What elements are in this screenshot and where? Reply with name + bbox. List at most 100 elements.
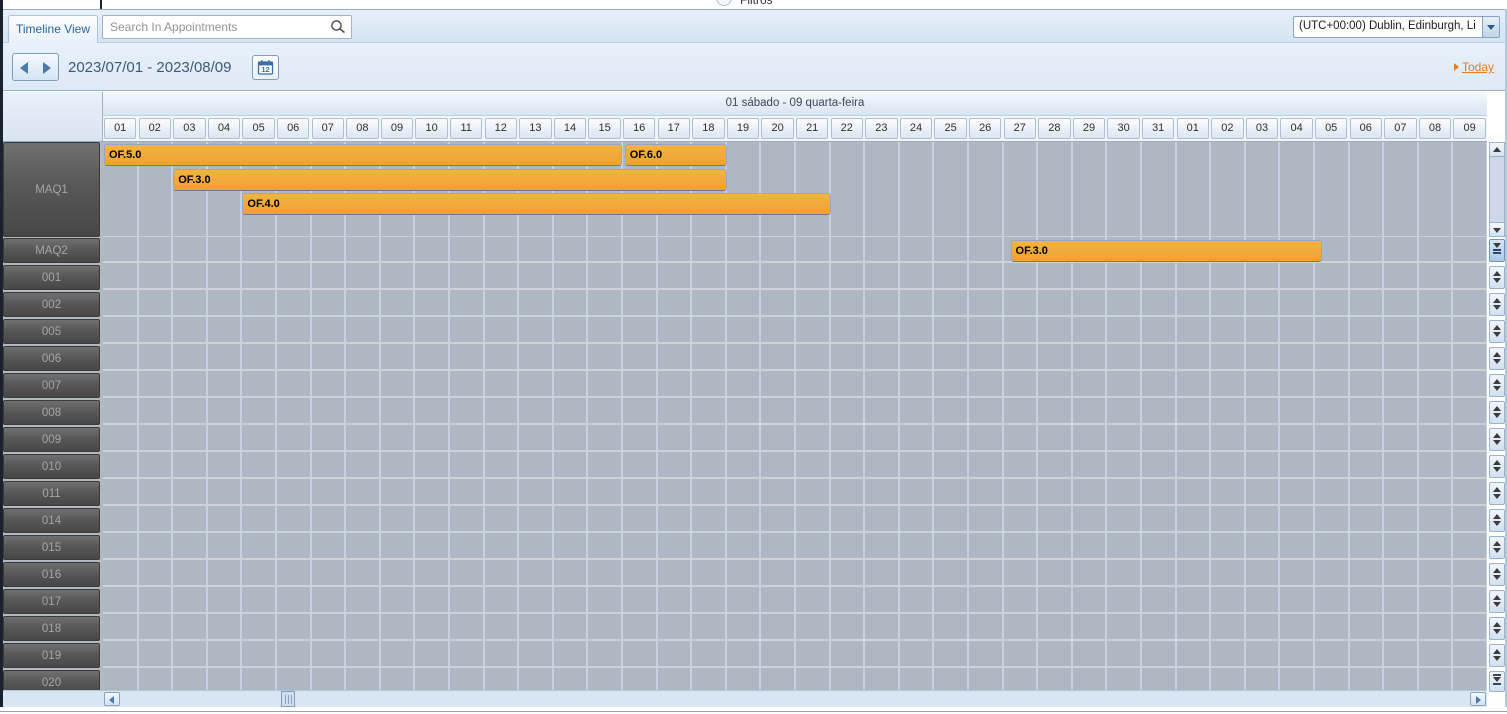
day-header-cell[interactable]: 21 xyxy=(796,118,829,139)
day-header-cell[interactable]: 08 xyxy=(1418,118,1452,139)
day-header-cell[interactable]: 20 xyxy=(761,118,794,139)
grid-row-006[interactable] xyxy=(103,346,1487,371)
grid-row-010[interactable] xyxy=(103,454,1487,479)
row-resize-button[interactable] xyxy=(1489,455,1505,478)
day-header-cell[interactable]: 14 xyxy=(553,118,587,139)
row-resize-button[interactable] xyxy=(1489,536,1505,559)
resource-cell-009[interactable]: 009 xyxy=(3,427,100,452)
timeline-grid[interactable]: OF.5.0 OF.6.0 OF.3.0 OF.4.0 OF.3.0 xyxy=(103,142,1487,690)
grid-row-005[interactable] xyxy=(103,319,1487,344)
row-resize-button[interactable] xyxy=(1489,644,1505,667)
next-period-button[interactable] xyxy=(35,53,59,81)
timezone-select[interactable]: (UTC+00:00) Dublin, Edinburgh, Li xyxy=(1293,16,1500,38)
row-vertical-scrollbar[interactable] xyxy=(1489,142,1505,237)
day-header-cell[interactable]: 07 xyxy=(1384,118,1417,139)
day-header-cell[interactable]: 29 xyxy=(1072,118,1106,139)
day-header-cell[interactable]: 01 xyxy=(1176,118,1209,139)
day-header-cell[interactable]: 02 xyxy=(1211,118,1244,139)
row-resize-button[interactable] xyxy=(1489,509,1505,532)
day-header-cell[interactable]: 18 xyxy=(692,118,725,139)
tab-timeline-view[interactable]: Timeline View xyxy=(8,15,98,44)
day-header-cell[interactable]: 22 xyxy=(830,118,863,139)
search-icon[interactable] xyxy=(330,19,346,35)
day-header-cell[interactable]: 01 xyxy=(104,118,137,139)
day-header-cell[interactable]: 07 xyxy=(311,118,344,139)
day-header-cell[interactable]: 09 xyxy=(1453,118,1486,139)
appointment-of.3.0[interactable]: OF.3.0 xyxy=(1010,240,1323,262)
day-header-cell[interactable]: 23 xyxy=(865,118,898,139)
grid-row-014[interactable] xyxy=(103,508,1487,533)
collapse-rows-button[interactable] xyxy=(1489,671,1505,692)
day-header-cell[interactable]: 03 xyxy=(173,118,206,139)
day-header-cell[interactable]: 06 xyxy=(1349,118,1382,139)
appointment-of.6.0[interactable]: OF.6.0 xyxy=(624,144,728,166)
resource-cell-maq1[interactable]: MAQ1 xyxy=(3,142,100,237)
resource-cell-016[interactable]: 016 xyxy=(3,562,100,587)
grid-row-017[interactable] xyxy=(103,589,1487,614)
day-header-cell[interactable]: 11 xyxy=(450,118,483,139)
appointment-search-box[interactable] xyxy=(102,15,352,39)
resource-cell-010[interactable]: 010 xyxy=(3,454,100,479)
day-header-cell[interactable]: 25 xyxy=(934,118,967,139)
day-header-cell[interactable]: 17 xyxy=(657,118,690,139)
appointment-of.5.0[interactable]: OF.5.0 xyxy=(104,144,622,166)
resource-cell-008[interactable]: 008 xyxy=(3,400,100,425)
day-header-cell[interactable]: 08 xyxy=(346,118,379,139)
day-header-cell[interactable]: 02 xyxy=(138,118,171,139)
search-input[interactable] xyxy=(110,17,325,37)
grid-row-009[interactable] xyxy=(103,427,1487,452)
day-header-cell[interactable]: 06 xyxy=(277,118,310,139)
day-header-cell[interactable]: 10 xyxy=(415,118,448,139)
scroll-left-button[interactable] xyxy=(104,692,120,706)
scrollbar-thumb[interactable] xyxy=(281,691,295,707)
today-link[interactable]: Today xyxy=(1453,60,1494,74)
row-resize-button[interactable] xyxy=(1489,293,1505,316)
grid-row-007[interactable] xyxy=(103,373,1487,398)
grid-row-011[interactable] xyxy=(103,481,1487,506)
resource-cell-015[interactable]: 015 xyxy=(3,535,100,560)
row-resize-button[interactable] xyxy=(1489,563,1505,586)
appointment-of.4.0[interactable]: OF.4.0 xyxy=(242,193,832,215)
resource-cell-011[interactable]: 011 xyxy=(3,481,100,506)
day-header-cell[interactable]: 27 xyxy=(1003,118,1036,139)
resource-cell-maq2[interactable]: MAQ2 xyxy=(3,238,100,263)
day-header-cell[interactable]: 30 xyxy=(1107,118,1140,139)
day-header-cell[interactable]: 12 xyxy=(484,118,517,139)
row-resize-button[interactable] xyxy=(1489,617,1505,640)
timezone-dropdown-button[interactable] xyxy=(1482,17,1499,37)
day-header-cell[interactable]: 19 xyxy=(726,118,760,139)
filters-chevron-icon[interactable] xyxy=(716,0,732,6)
scroll-up-button[interactable] xyxy=(1490,143,1504,157)
resource-cell-006[interactable]: 006 xyxy=(3,346,100,371)
day-header-cell[interactable]: 13 xyxy=(519,118,552,139)
scroll-right-button[interactable] xyxy=(1470,692,1486,706)
grid-row-002[interactable] xyxy=(103,292,1487,317)
day-header-cell[interactable]: 05 xyxy=(242,118,275,139)
row-resize-button[interactable] xyxy=(1489,590,1505,613)
grid-row-020[interactable] xyxy=(103,670,1487,690)
day-header-cell[interactable]: 15 xyxy=(588,118,621,139)
appointment-of.3.0[interactable]: OF.3.0 xyxy=(173,168,728,191)
row-resize-button[interactable] xyxy=(1489,428,1505,451)
resource-cell-019[interactable]: 019 xyxy=(3,643,100,668)
resource-cell-017[interactable]: 017 xyxy=(3,589,100,614)
row-resize-button[interactable] xyxy=(1489,374,1505,397)
grid-row-019[interactable] xyxy=(103,643,1487,668)
scroll-down-button[interactable] xyxy=(1490,222,1504,236)
resource-cell-005[interactable]: 005 xyxy=(3,319,100,344)
day-header-cell[interactable]: 05 xyxy=(1315,118,1348,139)
row-resize-button[interactable] xyxy=(1489,482,1505,505)
grid-row-001[interactable] xyxy=(103,265,1487,290)
grid-row-015[interactable] xyxy=(103,535,1487,560)
calendar-picker-button[interactable]: 12 xyxy=(252,55,279,80)
day-header-cell[interactable]: 26 xyxy=(969,118,1002,139)
resource-cell-018[interactable]: 018 xyxy=(3,616,100,641)
next-appointment-button[interactable] xyxy=(1489,239,1505,262)
day-header-cell[interactable]: 04 xyxy=(1280,118,1313,139)
day-header-cell[interactable]: 28 xyxy=(1038,118,1071,139)
row-resize-button[interactable] xyxy=(1489,320,1505,343)
resource-cell-020[interactable]: 020 xyxy=(3,670,100,690)
day-header-cell[interactable]: 09 xyxy=(380,118,414,139)
grid-row-018[interactable] xyxy=(103,616,1487,641)
resource-cell-002[interactable]: 002 xyxy=(3,292,100,317)
